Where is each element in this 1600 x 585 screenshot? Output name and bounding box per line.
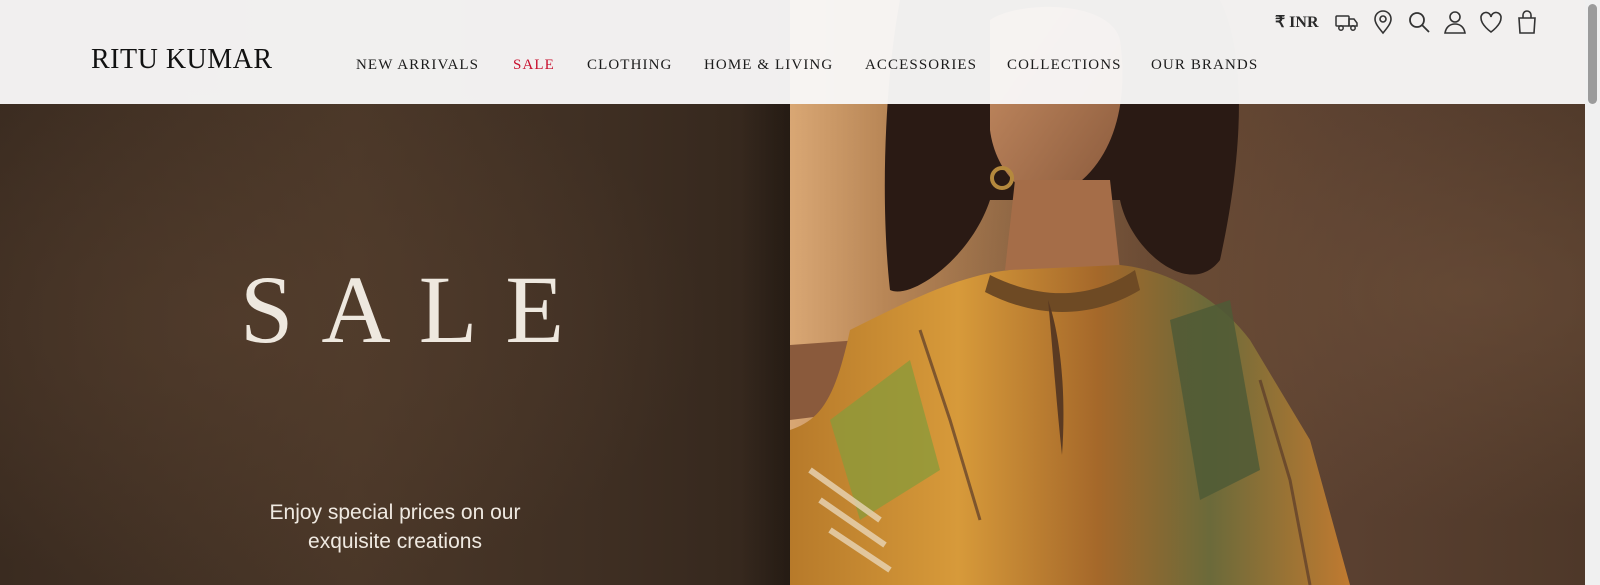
nav-item-home-living[interactable]: HOME & LIVING — [704, 57, 833, 74]
nav-item-new-arrivals[interactable]: NEW ARRIVALS — [356, 57, 479, 74]
scrollbar-thumb[interactable] — [1588, 4, 1597, 104]
nav-item-accessories[interactable]: ACCESSORIES — [865, 57, 977, 74]
hero-title: SALE — [240, 256, 592, 363]
heart-icon[interactable] — [1477, 8, 1505, 36]
hero-subtitle-line-2: exquisite creations — [308, 530, 482, 553]
nav-item-sale[interactable]: SALE — [513, 57, 555, 74]
site-header: RITU KUMAR NEW ARRIVALS SALE CLOTHING HO… — [0, 0, 1585, 104]
location-pin-icon[interactable] — [1369, 8, 1397, 36]
truck-icon[interactable] — [1333, 8, 1361, 36]
hero-subtitle-line-1: Enjoy special prices on our — [269, 501, 521, 524]
nav-item-clothing[interactable]: CLOTHING — [587, 57, 672, 74]
currency-selector[interactable]: ₹ INR — [1275, 12, 1319, 32]
nav-item-our-brands[interactable]: OUR BRANDS — [1151, 57, 1258, 74]
nav-item-collections[interactable]: COLLECTIONS — [1007, 57, 1122, 74]
search-icon[interactable] — [1405, 8, 1433, 36]
hero-subtitle: Enjoy special prices on our exquisite cr… — [220, 498, 570, 556]
user-icon[interactable] — [1441, 8, 1469, 36]
shopping-bag-icon[interactable] — [1513, 8, 1541, 36]
page-scrollbar[interactable] — [1585, 0, 1600, 585]
brand-logo[interactable]: RITU KUMAR — [91, 44, 273, 76]
